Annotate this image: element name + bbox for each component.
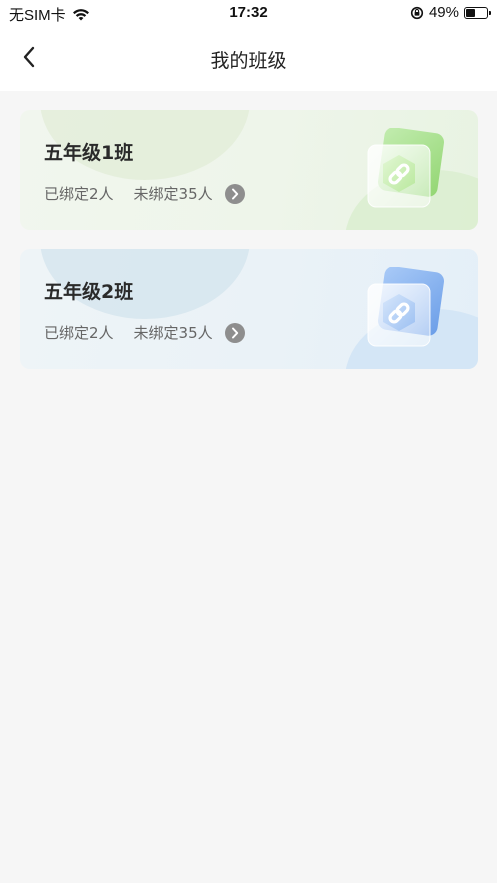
- status-bar: 无SIM卡 17:32 49%: [0, 0, 497, 26]
- rotation-lock-icon: [410, 6, 424, 19]
- class-card[interactable]: 五年级1班 已绑定2人 未绑定35人: [20, 110, 478, 230]
- class-name: 五年级2班: [44, 281, 134, 303]
- class-stats: 已绑定2人 未绑定35人: [44, 183, 245, 204]
- class-stats: 已绑定2人 未绑定35人: [44, 322, 245, 343]
- link-icon: [367, 128, 444, 208]
- link-icon: [367, 267, 444, 347]
- class-card[interactable]: 五年级2班 已绑定2人 未绑定35人: [20, 249, 478, 369]
- bound-count: 已绑定2人: [44, 324, 114, 342]
- unbound-count: 未绑定35人: [133, 185, 213, 203]
- class-name: 五年级1班: [44, 142, 134, 164]
- battery-icon: [464, 6, 491, 19]
- class-list: 五年级1班 已绑定2人 未绑定35人 五年级2班 已绑定2人 未绑定35人: [0, 91, 497, 883]
- battery-percent: 49%: [428, 4, 459, 21]
- nav-bar: 我的班级: [0, 26, 497, 91]
- chevron-right-icon[interactable]: [224, 322, 245, 343]
- battery-level: [466, 8, 475, 17]
- chevron-right-icon[interactable]: [224, 183, 245, 204]
- bound-count: 已绑定2人: [44, 185, 114, 203]
- page-title: 我的班级: [210, 50, 287, 72]
- status-right: 49%: [410, 4, 491, 21]
- unbound-count: 未绑定35人: [133, 324, 213, 342]
